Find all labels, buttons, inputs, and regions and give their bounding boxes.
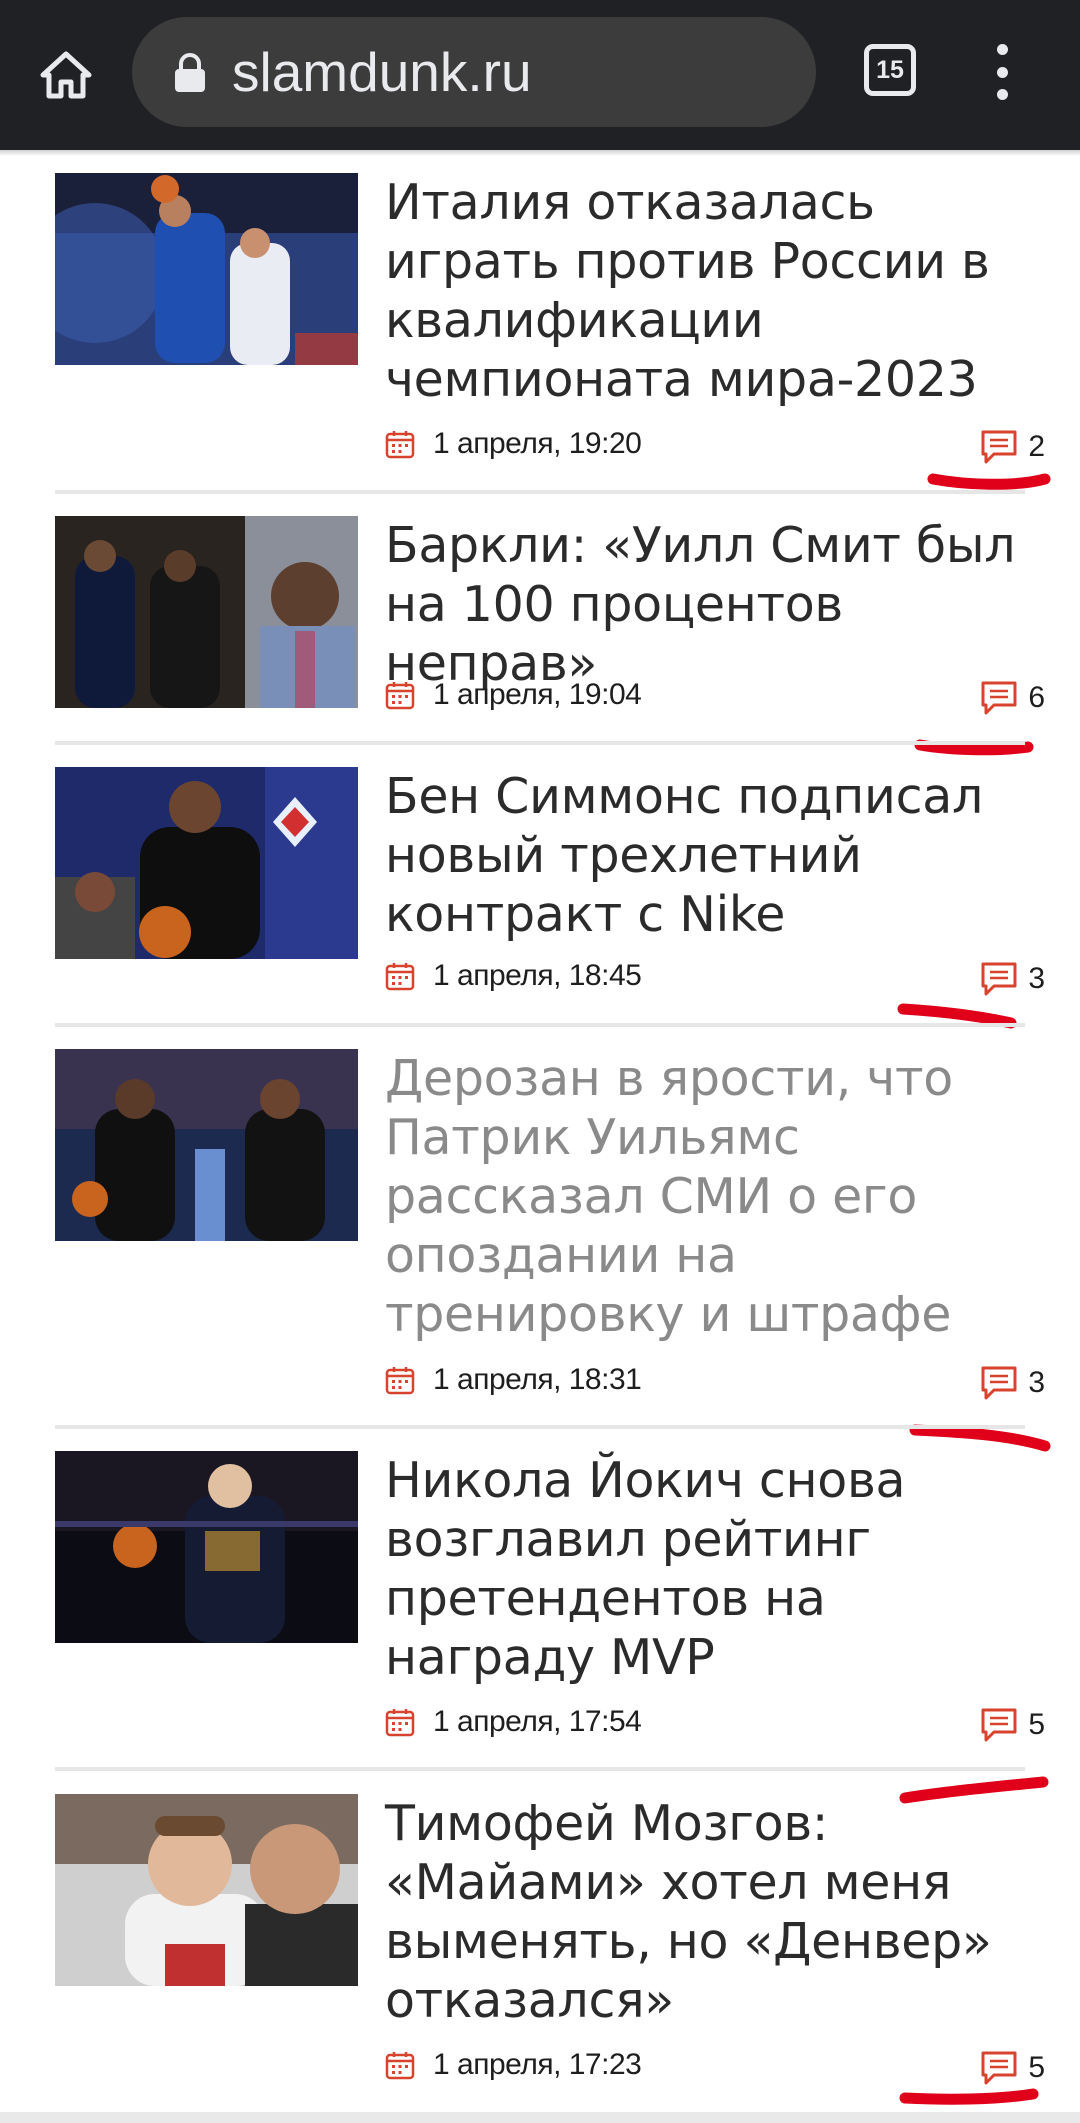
calendar-icon: [385, 1367, 415, 1395]
home-icon: [40, 51, 92, 99]
comment-icon: [981, 962, 1017, 996]
comment-count: 5: [1028, 1708, 1045, 1741]
article-date: 1 апреля, 19:20: [433, 427, 642, 460]
article-thumbnail[interactable]: [55, 767, 358, 959]
comment-icon: [981, 430, 1017, 464]
article-item[interactable]: Баркли: «Уилл Смит был на 100 процентов …: [55, 516, 1045, 726]
comment-count: 3: [1028, 962, 1045, 995]
tab-switcher-button[interactable]: 15: [864, 44, 916, 96]
article-title[interactable]: Никола Йокич снова возглавил рейтинг пре…: [385, 1451, 1045, 1687]
divider: [0, 2112, 1080, 2123]
article-thumbnail[interactable]: [55, 1049, 358, 1241]
comment-icon: [981, 1366, 1017, 1400]
article-thumbnail[interactable]: [55, 516, 358, 708]
address-bar[interactable]: slamdunk.ru: [132, 17, 816, 127]
tab-count: 15: [876, 55, 904, 84]
divider: [55, 490, 1025, 494]
article-item[interactable]: Бен Симмонс подписал новый трехлетний ко…: [55, 767, 1045, 1007]
divider: [55, 1023, 1025, 1027]
article-date: 1 апреля, 19:04: [433, 678, 642, 711]
article-date: 1 апреля, 18:31: [433, 1363, 642, 1396]
article-title[interactable]: Бен Симмонс подписал новый трехлетний ко…: [385, 767, 1045, 944]
calendar-icon: [385, 682, 415, 710]
comment-count: 3: [1028, 1366, 1045, 1399]
red-underline-annotation: [897, 1003, 1017, 1029]
comments-link[interactable]: 3: [980, 1361, 1045, 1405]
home-button[interactable]: [26, 35, 106, 115]
comments-link[interactable]: 6: [980, 676, 1045, 720]
article-date: 1 апреля, 17:54: [433, 1705, 642, 1738]
comment-icon: [981, 1708, 1017, 1742]
red-underline-annotation: [899, 2088, 1039, 2105]
divider: [55, 1425, 1025, 1429]
article-meta: 1 апреля, 18:31 3: [385, 1361, 1045, 1405]
article-item[interactable]: Дерозан в ярости, что Патрик Уильямс рас…: [55, 1049, 1045, 1409]
article-title[interactable]: Баркли: «Уилл Смит был на 100 процентов …: [385, 516, 1045, 693]
comment-count: 2: [1028, 430, 1045, 463]
article-item[interactable]: Никола Йокич снова возглавил рейтинг пре…: [55, 1451, 1045, 1751]
article-title[interactable]: Тимофей Мозгов: «Майами» хотел меня выме…: [385, 1794, 1045, 2030]
article-date: 1 апреля, 18:45: [433, 959, 642, 992]
comment-count: 6: [1028, 681, 1045, 714]
calendar-icon: [385, 2052, 415, 2080]
article-item[interactable]: Тимофей Мозгов: «Майами» хотел меня выме…: [55, 1794, 1045, 2094]
article-item[interactable]: Италия отказалась играть против России в…: [55, 173, 1045, 473]
toolbar-shadow: [0, 150, 1080, 156]
comment-icon: [981, 2051, 1017, 2085]
article-meta: 1 апреля, 17:54 5: [385, 1703, 1045, 1747]
article-thumbnail[interactable]: [55, 1451, 358, 1643]
red-underline-annotation: [914, 739, 1034, 756]
comment-icon: [981, 681, 1017, 715]
article-meta: 1 апреля, 19:20 2: [385, 425, 1045, 469]
browser-toolbar: slamdunk.ru 15: [0, 0, 1080, 150]
url-text: slamdunk.ru: [232, 41, 532, 103]
divider: [55, 1767, 1025, 1771]
article-thumbnail[interactable]: [55, 173, 358, 365]
article-thumbnail[interactable]: [55, 1794, 358, 1986]
calendar-icon: [385, 963, 415, 991]
article-title[interactable]: Италия отказалась играть против России в…: [385, 173, 1045, 409]
calendar-icon: [385, 431, 415, 459]
comment-count: 5: [1028, 2051, 1045, 2084]
more-vert-icon[interactable]: [982, 44, 1022, 100]
article-meta: 1 апреля, 19:04 6: [385, 676, 1045, 720]
article-date: 1 апреля, 17:23: [433, 2048, 642, 2081]
article-title[interactable]: Дерозан в ярости, что Патрик Уильямс рас…: [385, 1049, 1045, 1344]
calendar-icon: [385, 1709, 415, 1737]
divider: [55, 741, 1025, 745]
comments-link[interactable]: 2: [980, 425, 1045, 469]
comments-link[interactable]: 5: [980, 1703, 1045, 1747]
lock-icon: [175, 53, 205, 92]
